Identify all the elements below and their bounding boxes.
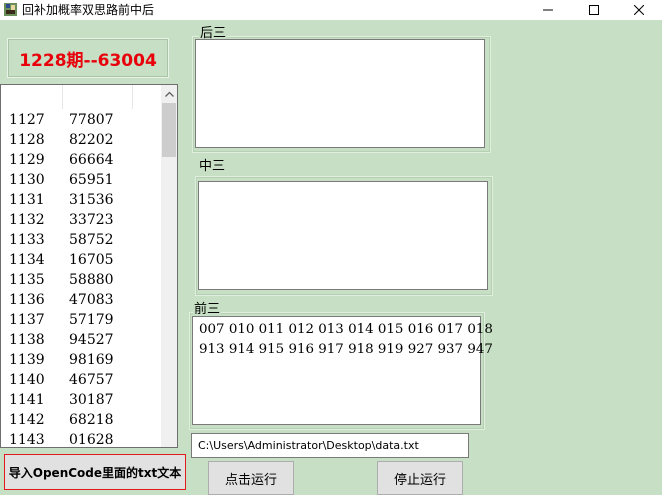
- period-text: 1228期--63004: [19, 50, 157, 71]
- header-separator: [132, 85, 133, 109]
- list-item[interactable]: 1134 16705: [1, 251, 162, 271]
- app-icon: [3, 2, 18, 17]
- front-three-label: 前三: [193, 302, 222, 317]
- list-item[interactable]: 1135 58880: [1, 271, 162, 291]
- back-three-textarea[interactable]: [195, 39, 485, 148]
- vertical-scrollbar[interactable]: [161, 85, 177, 447]
- scroll-up-button[interactable]: [161, 85, 177, 102]
- list-item[interactable]: 1140 46757: [1, 371, 162, 391]
- front-three-content: 007 010 011 012 013 014 015 016 017 018 …: [199, 320, 493, 360]
- scroll-thumb[interactable]: [162, 103, 176, 157]
- minimize-icon: [543, 9, 553, 11]
- list-item[interactable]: 1132 33723: [1, 211, 162, 231]
- list-header[interactable]: [1, 85, 162, 109]
- list-item[interactable]: 1137 57179: [1, 311, 162, 331]
- maximize-button[interactable]: [571, 0, 617, 20]
- list-item[interactable]: 1139 98169: [1, 351, 162, 371]
- list-item[interactable]: 1133 58752: [1, 231, 162, 251]
- middle-three-textarea[interactable]: [198, 181, 488, 290]
- period-display: 1228期--63004: [7, 38, 169, 78]
- list-item[interactable]: 1142 68218: [1, 411, 162, 431]
- list-item[interactable]: 1131 31536: [1, 191, 162, 211]
- list-item[interactable]: 1129 66664: [1, 151, 162, 171]
- middle-three-label: 中三: [198, 159, 227, 174]
- close-icon: [634, 5, 644, 15]
- front-three-line: 007 010 011 012 013 014 015 016 017 018: [199, 322, 493, 337]
- import-txt-button[interactable]: 导入OpenCode里面的txt文本: [4, 454, 186, 490]
- list-item[interactable]: 1136 47083: [1, 291, 162, 311]
- list-item[interactable]: 1143 01628: [1, 431, 162, 447]
- list-item[interactable]: 1127 77807: [1, 111, 162, 131]
- close-button[interactable]: [616, 0, 662, 20]
- list-rows: 1127 77807 1128 82202 1129 66664 1130 65951 …: [1, 111, 162, 447]
- front-three-textarea[interactable]: 007 010 011 012 013 014 015 016 017 018 …: [192, 316, 493, 425]
- window-title: 回补加概率双思路前中后: [22, 3, 155, 17]
- list-item[interactable]: 1138 94527: [1, 331, 162, 351]
- list-item[interactable]: 1130 65951: [1, 171, 162, 191]
- header-separator: [62, 85, 63, 109]
- maximize-icon: [589, 5, 599, 15]
- minimize-button[interactable]: [525, 0, 571, 20]
- list-item[interactable]: 1141 30187: [1, 391, 162, 411]
- front-three-line: 913 914 915 916 917 918 919 927 937 947: [199, 342, 493, 357]
- list-item[interactable]: 1128 82202: [1, 131, 162, 151]
- title-bar: 回补加概率双思路前中后: [0, 0, 662, 20]
- file-path-input[interactable]: [191, 433, 469, 458]
- history-list[interactable]: 1127 77807 1128 82202 1129 66664 1130 65951 …: [0, 84, 178, 448]
- run-button[interactable]: 点击运行: [208, 461, 294, 495]
- chevron-up-icon: [164, 91, 174, 97]
- stop-button[interactable]: 停止运行: [377, 461, 463, 495]
